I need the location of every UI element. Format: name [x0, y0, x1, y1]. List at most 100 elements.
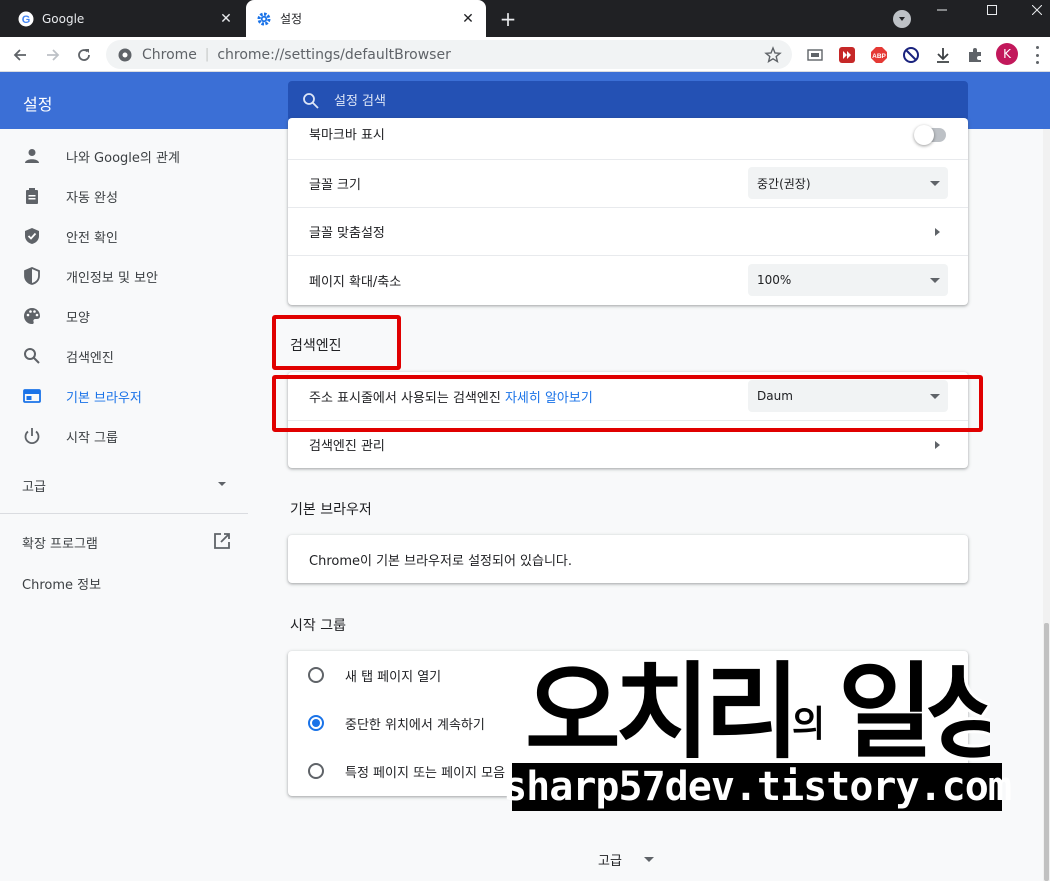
- reload-icon[interactable]: [71, 42, 97, 68]
- tab-search-icon[interactable]: [893, 10, 911, 28]
- tab-strip: G Google ✕ 설정 ✕ +: [0, 0, 1050, 37]
- shield-check-icon: [22, 226, 42, 246]
- sidebar-item-label: 나와 Google의 관계: [66, 150, 180, 166]
- svg-text:의: 의: [792, 704, 825, 745]
- chevron-right-icon: [935, 227, 940, 236]
- open-in-new-icon[interactable]: [213, 532, 231, 550]
- chevron-down-icon[interactable]: [644, 857, 654, 862]
- bookmark-star-icon[interactable]: [764, 45, 782, 64]
- close-icon[interactable]: ✕: [458, 9, 478, 29]
- sidebar-item-appearance[interactable]: 모양: [0, 296, 250, 336]
- sidebar-item-privacy[interactable]: 개인정보 및 보안: [0, 256, 250, 296]
- gear-icon: [256, 11, 272, 27]
- close-window-icon[interactable]: [1015, 0, 1050, 20]
- cast-icon[interactable]: [805, 45, 825, 65]
- shield-half-icon: [22, 266, 42, 286]
- default-browser-card: Chrome이 기본 브라우저로 설정되어 있습니다.: [288, 535, 968, 583]
- sidebar-item-about-chrome[interactable]: Chrome 정보: [22, 574, 101, 593]
- page-zoom-row: 페이지 확대/축소 100%: [288, 255, 968, 305]
- more-menu-icon[interactable]: [1030, 46, 1044, 64]
- sidebar-item-autofill[interactable]: 자동 완성: [0, 176, 250, 216]
- page-title: 설정: [23, 95, 53, 114]
- svg-text:오치리: 오치리: [525, 651, 794, 763]
- dropdown-caret-icon: [930, 180, 940, 186]
- watermark-url: sharp57dev.tistory.com: [503, 763, 1012, 811]
- download-icon[interactable]: [933, 45, 953, 65]
- font-size-label: 글꼴 크기: [309, 178, 361, 193]
- customize-fonts-row[interactable]: 글꼴 맞춤설정: [288, 207, 968, 255]
- appearance-card: 북마크바 표시 글꼴 크기 중간(권장) 글꼴 맞춤설정 페이지 확대/축소 1…: [288, 118, 968, 305]
- scrollbar[interactable]: [1043, 129, 1050, 881]
- sidebar-item-label: 시작 그룹: [66, 430, 118, 446]
- font-size-row: 글꼴 크기 중간(권장): [288, 159, 968, 207]
- svg-text:G: G: [22, 14, 31, 26]
- adblock-icon[interactable]: ABP: [869, 45, 889, 65]
- bookmark-bar-toggle[interactable]: [914, 125, 946, 145]
- manage-search-engines-label: 검색엔진 관리: [309, 439, 385, 454]
- svg-text:ABP: ABP: [872, 53, 886, 60]
- default-browser-section-title: 기본 브라우저: [290, 502, 372, 518]
- default-browser-status-row: Chrome이 기본 브라우저로 설정되어 있습니다.: [288, 535, 968, 583]
- page-zoom-label: 페이지 확대/축소: [309, 275, 402, 290]
- maximize-icon[interactable]: [970, 0, 1014, 20]
- radio-button-checked[interactable]: [308, 715, 324, 731]
- font-size-value: 중간(권장): [757, 176, 811, 191]
- bookmark-bar-label: 북마크바 표시: [309, 128, 385, 143]
- sidebar: 나와 Google의 관계 자동 완성 안전 확인 개인정보 및 보안 모양 검…: [0, 129, 250, 881]
- sidebar-item-safety-check[interactable]: 안전 확인: [0, 216, 250, 256]
- radio-button[interactable]: [308, 763, 324, 779]
- sidebar-item-label: 자동 완성: [66, 190, 118, 206]
- block-icon[interactable]: [901, 45, 921, 65]
- palette-icon: [22, 306, 42, 326]
- scrollbar-thumb[interactable]: [1044, 623, 1049, 881]
- startup-option-label: 특정 페이지 또는 페이지 모음: [345, 765, 506, 781]
- chevron-right-icon: [935, 440, 940, 449]
- minimize-icon[interactable]: [920, 0, 964, 20]
- address-bar[interactable]: Chrome | chrome://settings/defaultBrowse…: [106, 40, 792, 69]
- settings-search-bar[interactable]: [288, 81, 968, 121]
- forward-icon[interactable]: [40, 42, 66, 68]
- startup-section-title: 시작 그룹: [290, 618, 346, 634]
- google-icon: G: [18, 11, 34, 27]
- video-speed-icon[interactable]: [837, 45, 857, 65]
- sidebar-item-label: 개인정보 및 보안: [66, 270, 158, 286]
- extensions-puzzle-icon[interactable]: [965, 45, 985, 65]
- font-size-select[interactable]: 중간(권장): [748, 167, 948, 199]
- url-text[interactable]: chrome://settings/defaultBrowser: [217, 47, 764, 63]
- search-icon: [302, 92, 320, 110]
- sidebar-item-extensions[interactable]: 확장 프로그램: [22, 533, 98, 552]
- sidebar-item-on-startup[interactable]: 시작 그룹: [0, 416, 250, 456]
- tab-title: 설정: [280, 12, 303, 26]
- tab-settings[interactable]: 설정 ✕: [246, 0, 486, 37]
- chevron-down-icon[interactable]: [216, 478, 228, 490]
- settings-search-input[interactable]: [334, 93, 934, 109]
- highlight-box-section: [272, 315, 401, 370]
- close-icon[interactable]: ✕: [216, 9, 236, 29]
- advanced-toggle[interactable]: 고급: [598, 850, 622, 869]
- startup-option-label: 새 탭 페이지 열기: [345, 669, 442, 685]
- page-zoom-value: 100%: [757, 273, 792, 287]
- divider: |: [204, 47, 210, 62]
- sidebar-item-search-engine[interactable]: 검색엔진: [0, 336, 250, 376]
- profile-avatar[interactable]: K: [996, 43, 1018, 65]
- startup-option-label: 중단한 위치에서 계속하기: [345, 717, 485, 733]
- sidebar-advanced-toggle[interactable]: 고급: [22, 476, 46, 495]
- power-icon: [22, 426, 42, 446]
- page-zoom-select[interactable]: 100%: [748, 264, 948, 296]
- divider: [0, 513, 248, 514]
- browser-toolbar: Chrome | chrome://settings/defaultBrowse…: [0, 37, 1050, 72]
- bookmark-bar-row[interactable]: 북마크바 표시: [288, 118, 968, 159]
- sidebar-item-default-browser[interactable]: 기본 브라우저: [0, 376, 250, 416]
- clipboard-icon: [22, 186, 42, 206]
- search-icon: [22, 346, 42, 366]
- back-icon[interactable]: [7, 42, 33, 68]
- tab-title: Google: [42, 11, 85, 26]
- dropdown-caret-icon: [930, 277, 940, 283]
- tab-google[interactable]: G Google ✕: [8, 0, 244, 37]
- sidebar-item-label: 모양: [66, 310, 90, 326]
- radio-button[interactable]: [308, 667, 324, 683]
- sidebar-item-you-and-google[interactable]: 나와 Google의 관계: [0, 136, 250, 176]
- default-browser-status: Chrome이 기본 브라우저로 설정되어 있습니다.: [309, 553, 573, 569]
- new-tab-icon[interactable]: +: [496, 7, 520, 31]
- chrome-chip: Chrome: [142, 46, 197, 63]
